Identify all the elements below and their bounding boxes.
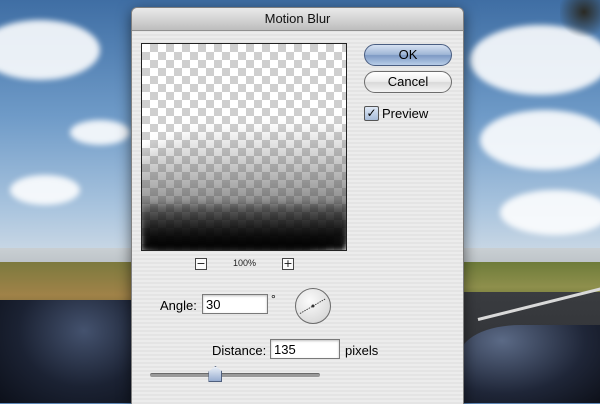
zoom-out-button[interactable]: −	[195, 258, 207, 270]
distance-label: Distance:	[212, 343, 267, 358]
distance-input[interactable]	[270, 339, 340, 359]
motion-blur-dialog: Motion Blur − 100% + OK Cancel ✓ Preview…	[131, 7, 464, 404]
preview-pane[interactable]	[141, 43, 347, 251]
cloud	[10, 175, 80, 205]
blurred-image-shadow	[142, 204, 346, 250]
angle-dial-icon	[299, 298, 327, 314]
cloud	[500, 190, 600, 235]
tree	[560, 0, 600, 40]
car-right	[460, 325, 600, 403]
zoom-controls: − 100% +	[195, 258, 295, 271]
distance-slider-thumb[interactable]	[208, 366, 223, 382]
zoom-in-button[interactable]: +	[282, 258, 294, 270]
preview-checkbox-label[interactable]: Preview	[382, 106, 428, 121]
ok-button[interactable]: OK	[364, 44, 452, 66]
dialog-title: Motion Blur	[264, 11, 331, 26]
cloud	[480, 110, 600, 170]
angle-dial[interactable]	[295, 288, 331, 324]
car-left	[0, 300, 140, 403]
degree-symbol: °	[271, 292, 276, 306]
distance-slider[interactable]	[150, 366, 320, 382]
angle-label: Angle:	[160, 298, 197, 313]
cloud	[70, 120, 130, 145]
zoom-level: 100%	[233, 258, 257, 268]
pixels-unit-label: pixels	[345, 343, 379, 358]
cancel-button[interactable]: Cancel	[364, 71, 452, 93]
dialog-titlebar[interactable]: Motion Blur	[132, 8, 463, 31]
preview-checkbox[interactable]: ✓	[364, 106, 379, 121]
angle-input[interactable]	[202, 294, 268, 314]
